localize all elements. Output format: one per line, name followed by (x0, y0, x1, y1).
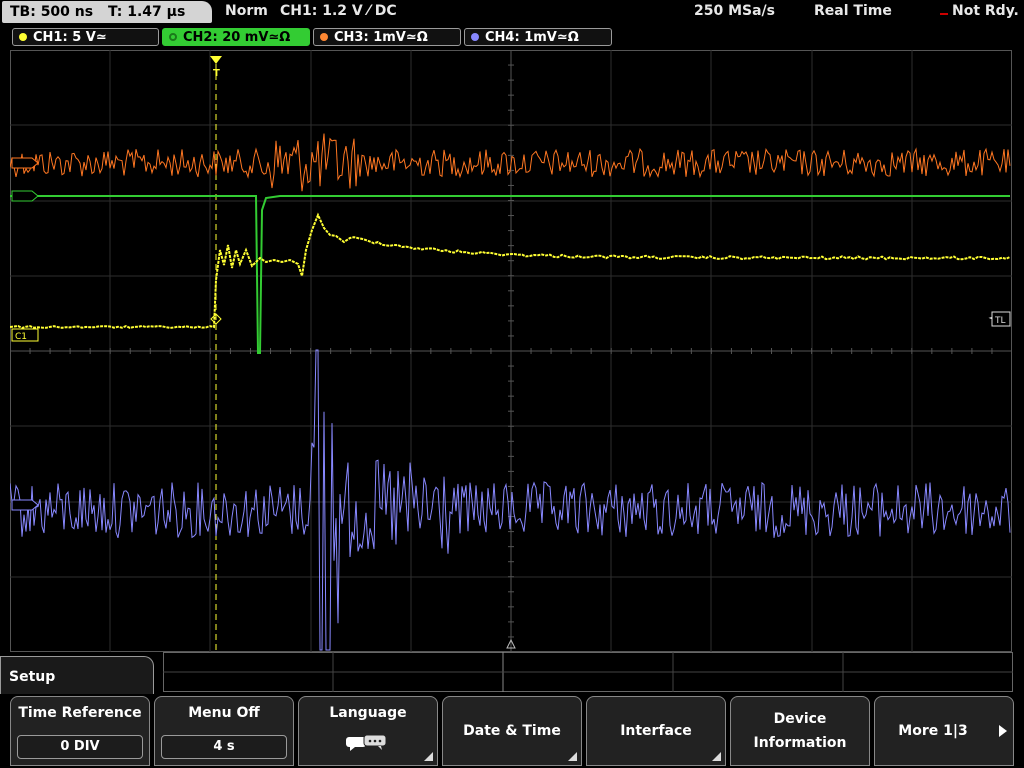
ch4-offset-marker[interactable] (11, 499, 39, 511)
softkey-label: More 1|3 (898, 723, 968, 739)
softkey-label: Time Reference (18, 705, 142, 721)
timebase-value: TB: 500 ns (10, 4, 94, 20)
softkey-device-information[interactable]: Device Information (730, 696, 870, 766)
softkey-label: Language (329, 705, 407, 721)
timebase-box[interactable]: TB: 500 ns T: 1.47 µs (2, 1, 212, 23)
secondary-display-area (163, 652, 1013, 692)
next-page-icon (999, 725, 1007, 737)
softkey-label-line2: Information (753, 735, 847, 751)
softkey-label: Interface (620, 723, 692, 739)
softkey-date-time[interactable]: Date & Time (442, 696, 582, 766)
status-indicator-icon (940, 13, 948, 15)
trigger-info[interactable]: CH1: 1.2 V ⁄ DC (280, 3, 397, 19)
ch3-dot-icon (320, 33, 328, 41)
softkey-label: Date & Time (463, 723, 561, 739)
softkey-label-line1: Device (773, 711, 827, 727)
ch1-dot-icon (19, 33, 27, 41)
waveform-display[interactable]: T C1 TL (9, 49, 1013, 653)
channel-tab-ch2[interactable]: CH2: 20 mV≃Ω (162, 28, 310, 46)
softkey-interface[interactable]: Interface (586, 696, 726, 766)
acquisition-mode[interactable]: Real Time (814, 3, 892, 19)
trigger-mode[interactable]: Norm (225, 3, 268, 19)
channel-label: CH4: 1mV≃Ω (485, 30, 579, 45)
ch3-offset-marker[interactable] (11, 157, 39, 169)
submenu-indicator-icon (424, 752, 433, 761)
menu-title-label: Setup (9, 669, 56, 685)
sample-rate: 250 MSa/s (694, 3, 776, 19)
trigger-time-value: T: 1.47 µs (107, 4, 186, 20)
submenu-indicator-icon (712, 752, 721, 761)
softkey-language[interactable]: Language (298, 696, 438, 766)
speech-bubbles-icon (346, 735, 387, 751)
submenu-indicator-icon (568, 752, 577, 761)
softkey-label: Menu Off (188, 705, 260, 721)
channel-tab-ch3[interactable]: CH3: 1mV≃Ω (313, 28, 461, 46)
channel-label: CH3: 1mV≃Ω (334, 30, 428, 45)
status-bar: TB: 500 ns T: 1.47 µs Norm CH1: 1.2 V ⁄ … (0, 0, 1024, 26)
trigger-status: Not Rdy. (952, 3, 1019, 19)
softkey-more[interactable]: More 1|3 (874, 696, 1014, 766)
waveform-canvas: T C1 TL (9, 49, 1013, 653)
trigger-marker-label: T (213, 68, 220, 79)
secondary-grid (163, 652, 1013, 692)
softkey-menu-off[interactable]: Menu Off 4 s (154, 696, 294, 766)
tl-marker-label: TL (994, 316, 1006, 326)
menu-title: Setup (0, 656, 154, 694)
channel-label: CH1: 5 V≃ (33, 30, 107, 45)
time-reference-value[interactable]: 0 DIV (17, 735, 143, 759)
menu-off-value[interactable]: 4 s (161, 735, 287, 759)
ch2-offset-marker[interactable] (11, 190, 39, 202)
softkey-time-reference[interactable]: Time Reference 0 DIV (10, 696, 150, 766)
ch4-dot-icon (471, 33, 479, 41)
ch2-dot-icon (169, 33, 177, 41)
channel-tab-ch4[interactable]: CH4: 1mV≃Ω (464, 28, 612, 46)
channel-tab-ch1[interactable]: CH1: 5 V≃ (12, 28, 159, 46)
ch1-marker-label: C1 (15, 332, 27, 342)
channel-label: CH2: 20 mV≃Ω (183, 30, 291, 45)
